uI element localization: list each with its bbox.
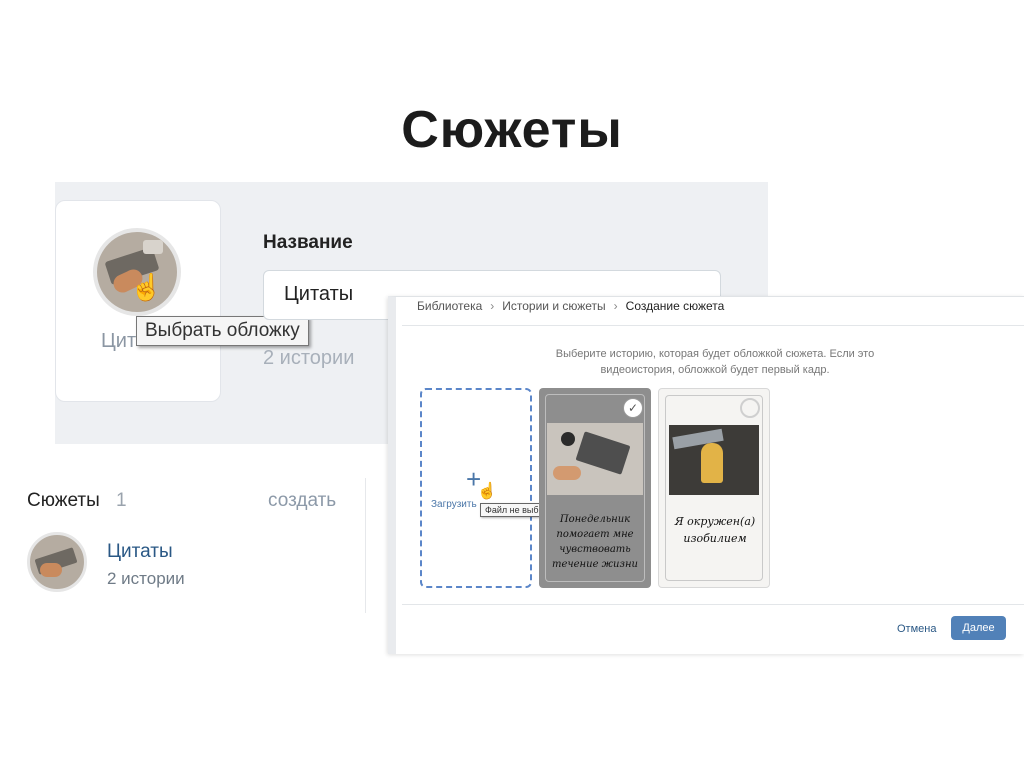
- next-button[interactable]: Далее: [951, 616, 1006, 640]
- name-label: Название: [263, 232, 353, 253]
- create-plot-link[interactable]: создать: [268, 490, 336, 512]
- cancel-button[interactable]: Отмена: [893, 620, 940, 638]
- pointer-hand-icon: ☝: [477, 483, 497, 500]
- pointer-hand-icon: ☝: [130, 272, 163, 302]
- divider: [402, 604, 1024, 605]
- stories-count: 2 истории: [263, 347, 355, 369]
- select-radio[interactable]: [740, 398, 760, 418]
- slide-title: Сюжеты: [401, 101, 623, 159]
- breadcrumb-library[interactable]: Библиотека: [417, 299, 482, 313]
- plots-heading: Сюжеты: [27, 490, 100, 511]
- story-card-1[interactable]: Понедельник помогает мне чувствовать теч…: [539, 388, 651, 588]
- breadcrumb-stories[interactable]: Истории и сюжеты: [502, 299, 605, 313]
- check-icon[interactable]: ✓: [623, 398, 643, 418]
- chevron-right-icon: ›: [613, 299, 618, 313]
- plot-avatar[interactable]: [27, 532, 87, 592]
- plot-stories-count: 2 истории: [107, 569, 185, 588]
- divider: [402, 325, 1024, 326]
- hint-text: Выберите историю, которая будет обложкой…: [555, 348, 875, 376]
- breadcrumb-current: Создание сюжета: [625, 299, 725, 313]
- story-text: Я окружен(а) изобилием: [674, 515, 756, 545]
- breadcrumb: Библиотека › Истории и сюжеты › Создание сюж…: [417, 299, 724, 313]
- upload-label: Загрузить: [431, 499, 477, 510]
- story-card-2[interactable]: Я окружен(а) изобилием: [658, 388, 770, 588]
- cover-name-label: Цит: [101, 330, 137, 352]
- chevron-right-icon: ›: [490, 299, 495, 313]
- plots-count: 1: [116, 490, 127, 511]
- choose-cover-tooltip: Выбрать обложку: [136, 316, 309, 346]
- plot-name-link[interactable]: Цитаты: [107, 541, 173, 563]
- story-text: Понедельник помогает мне чувствовать теч…: [552, 514, 638, 570]
